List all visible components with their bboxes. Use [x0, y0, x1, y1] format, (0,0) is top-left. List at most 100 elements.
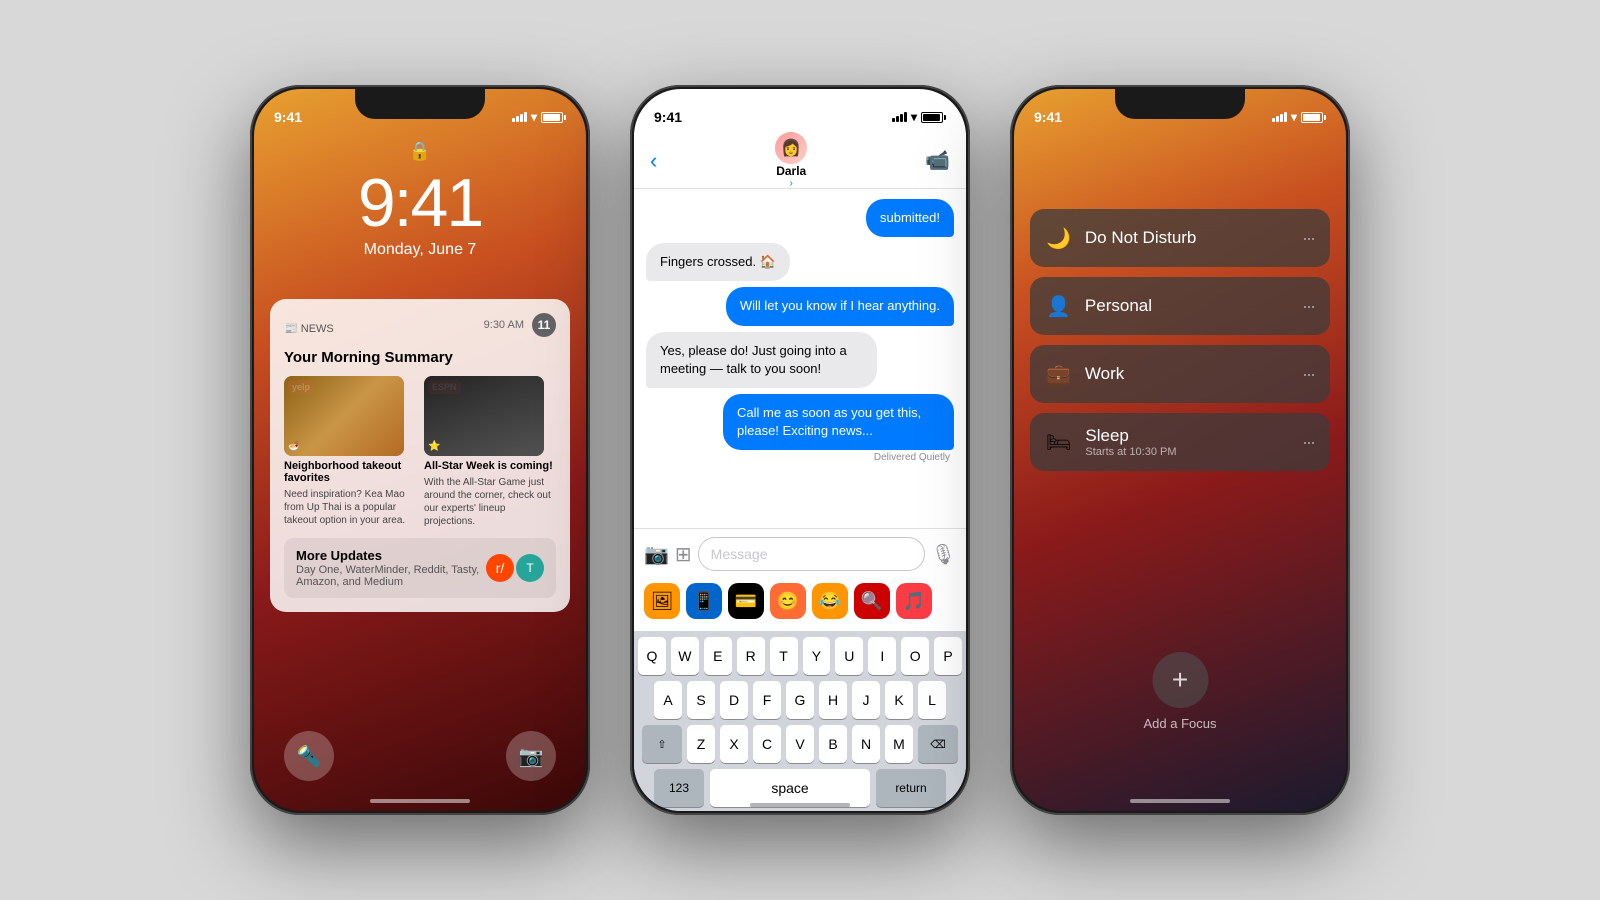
sleep-more[interactable]: ···	[1302, 432, 1314, 453]
battery-icon-3	[1301, 112, 1326, 123]
focus-option-do-not-disturb[interactable]: 🌙 Do Not Disturb ···	[1030, 209, 1330, 267]
contact-info[interactable]: 👩 Darla ›	[775, 132, 807, 189]
key-t[interactable]: T	[770, 637, 798, 675]
app-shortcuts-row: 🖼 📱 💳 😊 😂 🔍 🎵	[644, 579, 956, 623]
key-h[interactable]: H	[819, 681, 847, 719]
status-time-2: 9:41	[654, 109, 682, 125]
do-not-disturb-label-group: Do Not Disturb	[1085, 228, 1288, 248]
video-call-button[interactable]: 📹	[925, 148, 950, 173]
key-u[interactable]: U	[835, 637, 863, 675]
key-l[interactable]: L	[918, 681, 946, 719]
do-not-disturb-icon: 🌙	[1046, 226, 1071, 251]
camera-input-button[interactable]: 📷	[644, 542, 669, 567]
message-bubble-received-1: Fingers crossed. 🏠	[646, 243, 790, 281]
key-b[interactable]: B	[819, 725, 847, 763]
messages-area: submitted! Fingers crossed. 🏠 Will let y…	[634, 189, 966, 471]
contact-name: Darla	[776, 164, 806, 178]
contact-avatar: 👩	[775, 132, 807, 164]
key-f[interactable]: F	[753, 681, 781, 719]
status-icons-3: ▾	[1272, 110, 1326, 124]
key-p[interactable]: P	[934, 637, 962, 675]
key-v[interactable]: V	[786, 725, 814, 763]
key-e[interactable]: E	[704, 637, 732, 675]
work-more[interactable]: ···	[1302, 364, 1314, 385]
message-bubble-sent-2: Will let you know if I hear anything.	[726, 287, 954, 325]
morning-summary-card[interactable]: 📰 NEWS 9:30 AM 11 Your Morning Summary y…	[270, 299, 570, 612]
article-2-image: ESPN ⭐	[424, 376, 544, 456]
key-z[interactable]: Z	[687, 725, 715, 763]
focus-option-sleep[interactable]: 🛏 Sleep Starts at 10:30 PM ···	[1030, 413, 1330, 471]
key-a[interactable]: A	[654, 681, 682, 719]
sticker-shortcut[interactable]: 😂	[812, 583, 848, 619]
message-bubble-sent-1: submitted!	[866, 199, 954, 237]
work-label: Work	[1085, 364, 1288, 384]
key-w[interactable]: W	[671, 637, 699, 675]
key-k[interactable]: K	[885, 681, 913, 719]
key-y[interactable]: Y	[803, 637, 831, 675]
wifi-icon: ▾	[531, 110, 537, 124]
personal-icon: 👤	[1046, 294, 1071, 319]
battery-icon-2	[921, 112, 946, 123]
work-icon: 💼	[1046, 362, 1071, 387]
sleep-sublabel: Starts at 10:30 PM	[1085, 446, 1288, 458]
key-s[interactable]: S	[687, 681, 715, 719]
audio-input-button[interactable]: 🎙	[931, 542, 956, 567]
status-time-1: 9:41	[274, 109, 302, 125]
notification-title: Your Morning Summary	[284, 349, 556, 366]
key-c[interactable]: C	[753, 725, 781, 763]
personal-more[interactable]: ···	[1302, 296, 1314, 317]
key-r[interactable]: R	[737, 637, 765, 675]
notification-time: 9:30 AM	[484, 319, 524, 331]
camera-button[interactable]: 📷	[506, 731, 556, 781]
messages-header: ‹ 👩 Darla › 📹	[634, 133, 966, 189]
focus-option-work[interactable]: 💼 Work ···	[1030, 345, 1330, 403]
article-2: ESPN ⭐ All-Star Week is coming! With the…	[424, 376, 556, 528]
key-g[interactable]: G	[786, 681, 814, 719]
key-n[interactable]: N	[852, 725, 880, 763]
key-i[interactable]: I	[868, 637, 896, 675]
key-return[interactable]: return	[876, 769, 946, 807]
add-focus-label: Add a Focus	[1144, 716, 1217, 731]
reddit-icon: r/	[486, 554, 514, 582]
keyboard-row-2: A S D F G H J K L	[634, 675, 966, 719]
search-shortcut[interactable]: 🔍	[854, 583, 890, 619]
appstore-input-button[interactable]: ⊞	[675, 542, 692, 567]
message-input-field[interactable]: Message	[698, 537, 925, 571]
lock-time-display: 9:41 Monday, June 7	[254, 169, 586, 259]
notif-meta: 9:30 AM 11	[484, 313, 556, 337]
message-placeholder: Message	[711, 546, 768, 562]
key-shift[interactable]: ⇧	[642, 725, 682, 763]
key-o[interactable]: O	[901, 637, 929, 675]
key-d[interactable]: D	[720, 681, 748, 719]
flashlight-button[interactable]: 🔦	[284, 731, 334, 781]
applepay-shortcut[interactable]: 💳	[728, 583, 764, 619]
article-2-title: All-Star Week is coming!	[424, 460, 556, 472]
key-space[interactable]: space	[710, 769, 870, 807]
key-123[interactable]: 123	[654, 769, 704, 807]
sleep-label: Sleep	[1085, 426, 1288, 446]
key-q[interactable]: Q	[638, 637, 666, 675]
notification-header: 📰 NEWS 9:30 AM 11	[284, 313, 556, 343]
lock-icon: 🔒	[409, 141, 431, 162]
home-indicator-3	[1130, 799, 1230, 803]
do-not-disturb-more[interactable]: ···	[1302, 228, 1314, 249]
focus-option-personal[interactable]: 👤 Personal ···	[1030, 277, 1330, 335]
keyboard-row-3: ⇧ Z X C V B N M ⌫	[634, 719, 966, 763]
keyboard: Q W E R T Y U I O P A S D F G H J K L	[634, 631, 966, 811]
notch-2	[735, 89, 865, 119]
work-label-group: Work	[1085, 364, 1288, 384]
add-focus-button[interactable]: +	[1152, 652, 1208, 708]
memoji-shortcut[interactable]: 😊	[770, 583, 806, 619]
do-not-disturb-label: Do Not Disturb	[1085, 228, 1288, 248]
phone-1-lockscreen: 9:41 ▾ 🔒 9:41 Monday, June 7	[250, 85, 590, 815]
appstore-shortcut[interactable]: 📱	[686, 583, 722, 619]
music-shortcut[interactable]: 🎵	[896, 583, 932, 619]
key-x[interactable]: X	[720, 725, 748, 763]
message-wrapper-sent-2: Will let you know if I hear anything.	[646, 287, 954, 325]
key-j[interactable]: J	[852, 681, 880, 719]
photos-shortcut[interactable]: 🖼	[644, 583, 680, 619]
back-button[interactable]: ‹	[650, 148, 657, 174]
key-delete[interactable]: ⌫	[918, 725, 958, 763]
more-updates[interactable]: More Updates Day One, WaterMinder, Reddi…	[284, 538, 556, 598]
key-m[interactable]: M	[885, 725, 913, 763]
